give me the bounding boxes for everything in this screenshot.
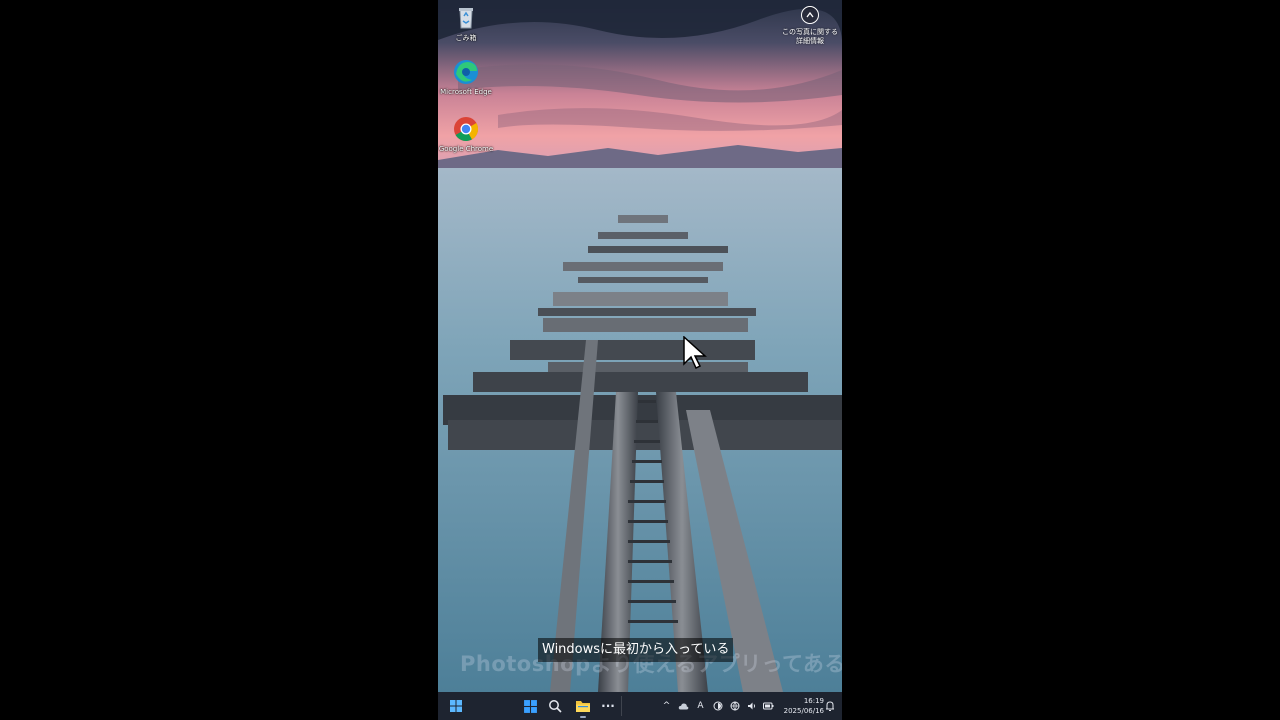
start-button[interactable] — [518, 694, 542, 718]
desktop-icon-recycle-bin[interactable]: ごみ箱 — [438, 4, 494, 43]
network-button[interactable] — [726, 692, 743, 720]
windows-start-icon — [450, 700, 462, 712]
windows-start-icon — [523, 699, 537, 713]
weather-icon — [678, 703, 689, 710]
desktop-icon-label: ごみ箱 — [455, 34, 477, 42]
chevron-up-icon: ^ — [662, 701, 671, 711]
chrome-icon — [454, 117, 479, 142]
recycle-bin-icon — [459, 8, 473, 29]
notification-bell-icon — [826, 701, 834, 711]
more-button[interactable]: ··· — [596, 694, 620, 718]
battery-button[interactable] — [760, 692, 777, 720]
search-icon — [549, 700, 562, 713]
photo-info-label: この写真に関する詳細情報 — [782, 28, 838, 45]
file-explorer-icon — [576, 701, 590, 712]
search-button[interactable] — [543, 694, 567, 718]
more-icon: ··· — [601, 699, 615, 713]
desktop-icon-edge[interactable]: Microsoft Edge — [438, 58, 494, 97]
widgets-button[interactable] — [444, 694, 468, 718]
photo-info-icon — [801, 6, 819, 24]
tray-overflow-button[interactable]: ^ — [658, 692, 675, 720]
mouse-cursor-icon — [683, 336, 707, 370]
clock-date: 2025/06/16 — [783, 707, 824, 715]
ime-mode-button[interactable] — [709, 692, 726, 720]
taskbar-divider — [621, 696, 622, 716]
desktop-wallpaper — [438, 0, 842, 692]
notification-center-button[interactable] — [822, 698, 838, 714]
system-tray: ^ A — [658, 692, 777, 720]
video-caption-primary: Windowsに最初から入っている — [538, 638, 734, 662]
taskbar: ··· ^ A 16:19 2025/06/16 — [438, 692, 842, 720]
clock-time: 16:19 — [803, 697, 824, 705]
desktop-screen: ごみ箱 Microsoft Edge Google Chrome この写真に関す… — [438, 0, 842, 720]
desktop-icon-chrome[interactable]: Google Chrome — [438, 115, 494, 154]
volume-button[interactable] — [743, 692, 760, 720]
taskbar-clock[interactable]: 16:19 2025/06/16 — [780, 696, 824, 716]
battery-icon — [763, 702, 774, 710]
desktop-icon-label: Google Chrome — [438, 145, 494, 153]
ime-mode-icon — [713, 701, 722, 711]
file-explorer-button[interactable] — [571, 694, 595, 718]
ime-indicator[interactable]: A — [692, 692, 709, 720]
photo-info-button[interactable]: この写真に関する詳細情報 — [780, 6, 840, 46]
desktop-icon-label: Microsoft Edge — [440, 88, 492, 96]
ime-mode-label: A — [697, 701, 704, 711]
weather-button[interactable] — [675, 692, 692, 720]
network-icon — [730, 701, 739, 711]
volume-icon — [747, 702, 755, 710]
edge-icon — [454, 60, 478, 84]
